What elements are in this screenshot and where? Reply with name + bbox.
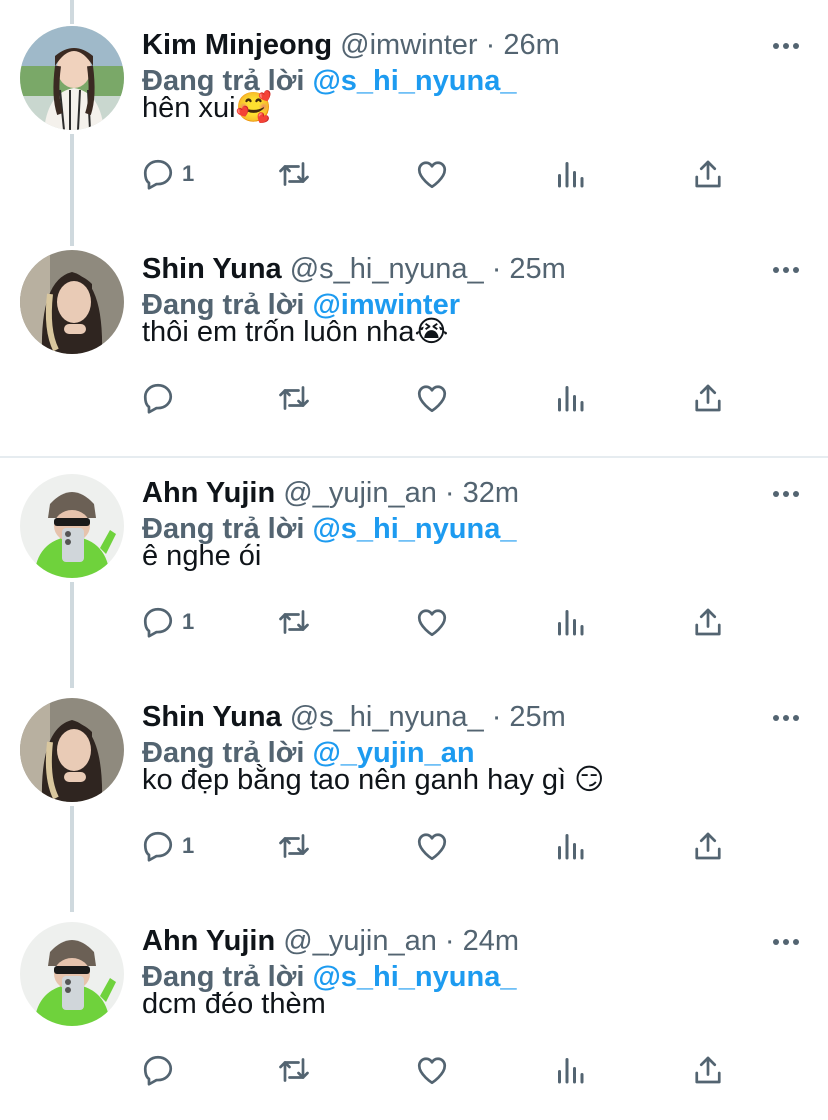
- share-button[interactable]: [690, 380, 726, 416]
- retweet-button[interactable]: [276, 828, 312, 864]
- more-icon[interactable]: [772, 38, 800, 54]
- like-button[interactable]: [414, 1052, 450, 1088]
- handle-time: @imwinter · 26m: [340, 29, 560, 61]
- share-icon: [695, 160, 721, 188]
- tweet-header: Shin Yuna @s_hi_nyuna_ · 25m: [142, 252, 566, 286]
- tweet-header: Kim Minjeong @imwinter · 26m: [142, 28, 560, 62]
- reply-icon: [143, 831, 173, 862]
- display-name[interactable]: Ahn Yujin: [142, 477, 275, 509]
- more-icon[interactable]: [772, 262, 800, 278]
- reply-button[interactable]: [140, 1052, 182, 1088]
- retweet-button[interactable]: [276, 1052, 312, 1088]
- reply-handle-link[interactable]: @s_hi_nyuna_: [312, 513, 516, 545]
- reply-count: 1: [182, 609, 195, 634]
- tweet[interactable]: Ahn Yujin @_yujin_an · 32m Đang trả lời …: [0, 448, 828, 672]
- retweet-button[interactable]: [276, 604, 312, 640]
- views-button[interactable]: [552, 380, 588, 416]
- action-bar: 1: [140, 156, 740, 192]
- retweet-icon: [279, 834, 309, 858]
- tweet-header: Shin Yuna @s_hi_nyuna_ · 25m: [142, 700, 566, 734]
- display-name[interactable]: Kim Minjeong: [142, 29, 332, 61]
- heart-icon: [417, 161, 447, 189]
- views-icon: [558, 610, 584, 636]
- handle-time: @_yujin_an · 32m: [283, 477, 520, 509]
- reply-icon: [143, 1055, 173, 1086]
- retweet-button[interactable]: [276, 156, 312, 192]
- tweet-header: Ahn Yujin @_yujin_an · 24m: [142, 924, 519, 958]
- views-icon: [558, 386, 584, 412]
- heart-icon: [417, 1057, 447, 1085]
- more-icon[interactable]: [772, 486, 800, 502]
- views-icon: [558, 1058, 584, 1084]
- share-icon: [695, 608, 721, 636]
- display-name[interactable]: Shin Yuna: [142, 253, 282, 285]
- share-button[interactable]: [690, 828, 726, 864]
- handle-time: @s_hi_nyuna_ · 25m: [289, 253, 566, 285]
- tweet[interactable]: Ahn Yujin @_yujin_an · 24m Đang trả lời …: [0, 896, 828, 1120]
- heart-icon: [417, 385, 447, 413]
- share-button[interactable]: [690, 1052, 726, 1088]
- tweet-text: ê nghe ói: [142, 540, 262, 572]
- tweet[interactable]: Kim Minjeong @imwinter · 26m Đang trả lờ…: [0, 0, 828, 224]
- share-button[interactable]: [690, 604, 726, 640]
- reply-button[interactable]: 1: [140, 604, 194, 640]
- like-button[interactable]: [414, 604, 450, 640]
- handle-time: @s_hi_nyuna_ · 25m: [289, 701, 566, 733]
- share-button[interactable]: [690, 156, 726, 192]
- action-bar: 1: [140, 604, 740, 640]
- retweet-icon: [279, 386, 309, 410]
- retweet-icon: [279, 1058, 309, 1082]
- reply-icon: [143, 159, 173, 190]
- share-icon: [695, 384, 721, 412]
- tweet-header: Ahn Yujin @_yujin_an · 32m: [142, 476, 519, 510]
- avatar[interactable]: [20, 922, 124, 1026]
- reply-button[interactable]: 1: [140, 156, 194, 192]
- like-button[interactable]: [414, 828, 450, 864]
- views-icon: [558, 834, 584, 860]
- action-bar: [140, 1052, 740, 1088]
- views-button[interactable]: [552, 828, 588, 864]
- reply-handle-link[interactable]: @s_hi_nyuna_: [312, 65, 516, 97]
- retweet-icon: [279, 162, 309, 186]
- avatar[interactable]: [20, 26, 124, 130]
- display-name[interactable]: Shin Yuna: [142, 701, 282, 733]
- reply-button[interactable]: 1: [140, 828, 194, 864]
- action-bar: [140, 380, 740, 416]
- tweet[interactable]: Shin Yuna @s_hi_nyuna_ · 25m Đang trả lờ…: [0, 672, 828, 896]
- avatar[interactable]: [20, 474, 124, 578]
- reply-handle-link[interactable]: @s_hi_nyuna_: [312, 961, 516, 993]
- tweet-text: dcm đéo thèm: [142, 988, 326, 1020]
- like-button[interactable]: [414, 156, 450, 192]
- tweet[interactable]: Shin Yuna @s_hi_nyuna_ · 25m Đang trả lờ…: [0, 224, 828, 448]
- more-icon[interactable]: [772, 934, 800, 950]
- reply-button[interactable]: [140, 380, 182, 416]
- views-icon: [558, 162, 584, 188]
- share-icon: [695, 1056, 721, 1084]
- avatar[interactable]: [20, 250, 124, 354]
- views-button[interactable]: [552, 1052, 588, 1088]
- avatar[interactable]: [20, 698, 124, 802]
- reply-count: 1: [182, 161, 195, 186]
- display-name[interactable]: Ahn Yujin: [142, 925, 275, 957]
- reply-icon: [143, 607, 173, 638]
- tweet-text: hên xui🥰: [142, 92, 272, 124]
- tweet-text: ko đẹp bằng tao nên ganh hay gì 😏: [142, 764, 605, 796]
- heart-icon: [417, 609, 447, 637]
- retweet-button[interactable]: [276, 380, 312, 416]
- action-bar: 1: [140, 828, 740, 864]
- like-button[interactable]: [414, 380, 450, 416]
- views-button[interactable]: [552, 156, 588, 192]
- reply-icon: [143, 383, 173, 414]
- retweet-icon: [279, 610, 309, 634]
- handle-time: @_yujin_an · 24m: [283, 925, 520, 957]
- views-button[interactable]: [552, 604, 588, 640]
- tweet-text: thôi em trốn luôn nha😭: [142, 316, 449, 348]
- heart-icon: [417, 833, 447, 861]
- more-icon[interactable]: [772, 710, 800, 726]
- reply-count: 1: [182, 833, 195, 858]
- share-icon: [695, 832, 721, 860]
